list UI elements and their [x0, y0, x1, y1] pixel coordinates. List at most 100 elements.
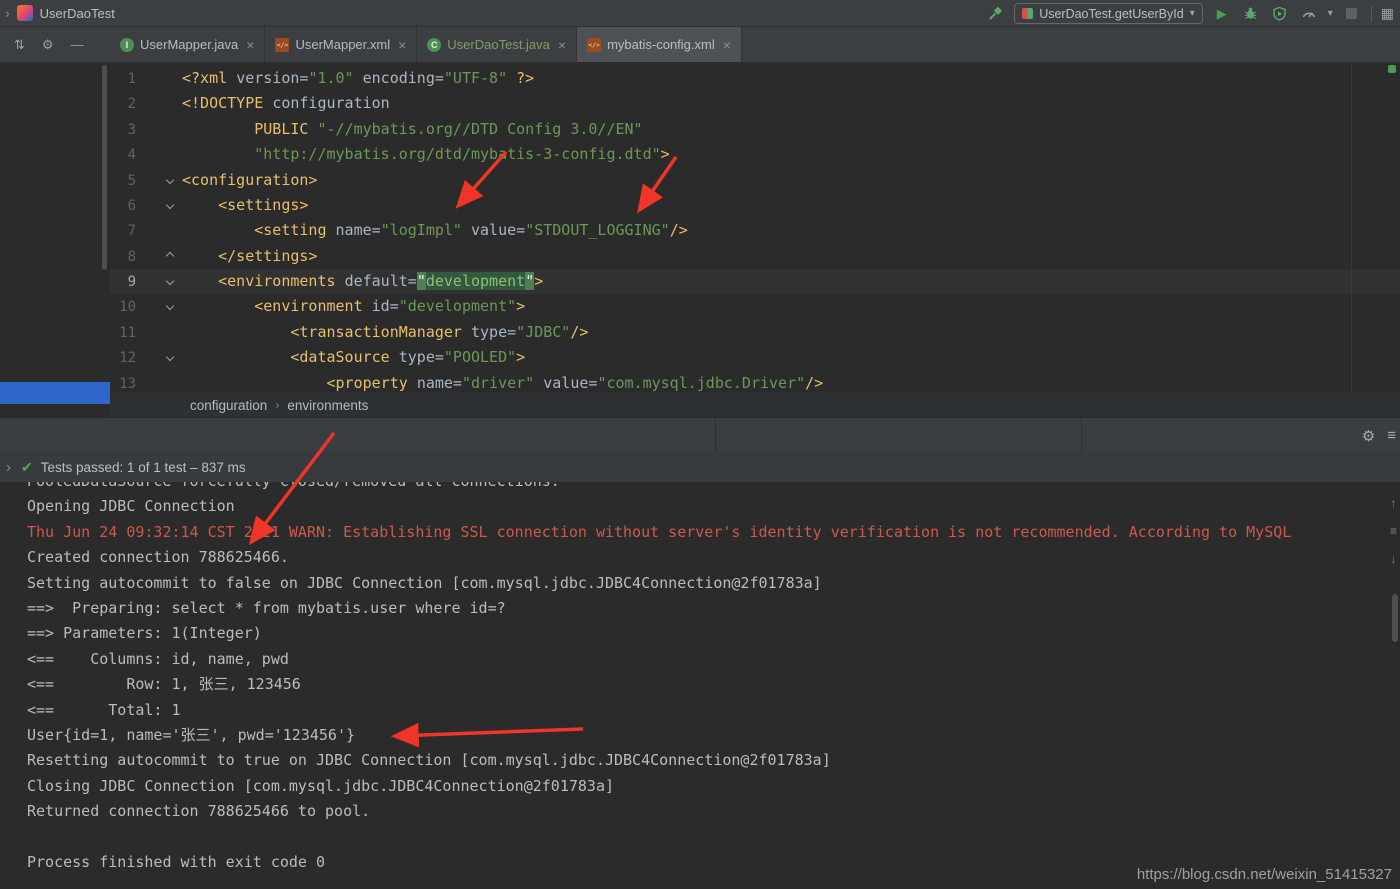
junit-config-icon: [1022, 8, 1034, 19]
console-line: Opening JDBC Connection: [27, 497, 235, 516]
tab-mybatis-config.xml[interactable]: </> mybatis-config.xml ×: [577, 27, 742, 62]
code-line-8[interactable]: 8 </settings>: [110, 244, 1400, 269]
close-icon[interactable]: ×: [723, 37, 731, 53]
tab-label: UserDaoTest.java: [447, 37, 550, 52]
breadcrumb-item-environments[interactable]: environments: [287, 398, 368, 413]
tab-label: UserMapper.xml: [295, 37, 391, 52]
console-line: <== Columns: id, name, pwd: [27, 649, 289, 668]
line-number: 3: [127, 121, 136, 138]
breadcrumb-item-configuration[interactable]: configuration: [190, 398, 267, 413]
code-text: <?xml version="1.0" encoding="UTF-8" ?>: [182, 69, 535, 87]
line-number: 8: [127, 248, 136, 265]
code-line-9[interactable]: 9 <environments default="development">: [110, 269, 1400, 295]
fold-gutter: [136, 193, 182, 218]
tab-UserMapper.xml[interactable]: </> UserMapper.xml ×: [265, 27, 418, 62]
fold-down-icon[interactable]: [165, 276, 175, 286]
chevron-right-icon[interactable]: ›: [6, 459, 11, 476]
code-line-2[interactable]: 2 <!DOCTYPE configuration: [110, 91, 1400, 116]
toolbar-divider: [715, 418, 716, 452]
layout-grid-icon[interactable]: ▦: [1381, 5, 1394, 22]
fold-gutter: [136, 168, 182, 193]
console-line: User{id=1, name='张三', pwd='123456'}: [27, 725, 356, 744]
line-number: 7: [127, 223, 136, 240]
run-configuration-label: UserDaoTest.getUserById: [1039, 6, 1184, 21]
project-panel-scrollbar[interactable]: [102, 65, 107, 270]
code-line-11[interactable]: 11 <transactionManager type="JDBC"/>: [110, 320, 1400, 345]
code-editor[interactable]: 1 <?xml version="1.0" encoding="UTF-8" ?>…: [110, 63, 1400, 393]
run-configuration-select[interactable]: UserDaoTest.getUserById ▾: [1014, 3, 1203, 24]
hide-panel-icon[interactable]: ≡: [1387, 427, 1396, 444]
sort-icon[interactable]: ⇅: [14, 37, 25, 53]
code-line-5[interactable]: 5 <configuration>: [110, 168, 1400, 193]
scroll-up-icon[interactable]: ↑: [1390, 496, 1396, 510]
console-line: Closing JDBC Connection [com.mysql.jdbc.…: [27, 776, 614, 795]
toolbar-separator: [1370, 5, 1372, 22]
code-text: <configuration>: [182, 170, 318, 189]
fold-down-icon[interactable]: [165, 302, 175, 311]
code-line-4[interactable]: 4 "http://mybatis.org/dtd/mybatis-3-conf…: [110, 142, 1400, 167]
tab-UserDaoTest.java[interactable]: C UserDaoTest.java ×: [417, 27, 578, 62]
close-icon[interactable]: ×: [398, 37, 406, 53]
chevron-down-icon[interactable]: ▾: [1328, 8, 1333, 19]
fold-up-icon[interactable]: [165, 251, 175, 260]
inspection-status-icon[interactable]: [1388, 65, 1396, 73]
fold-down-icon[interactable]: [165, 175, 175, 184]
soft-wrap-icon[interactable]: ≡: [1390, 524, 1397, 538]
gear-icon[interactable]: ⚙: [42, 37, 54, 53]
close-icon[interactable]: ×: [558, 37, 566, 53]
console-line: Created connection 788625466.: [27, 548, 289, 567]
chevron-down-icon: ▾: [1189, 8, 1195, 19]
line-number: 10: [119, 299, 136, 316]
console-scrollbar[interactable]: [1392, 594, 1398, 642]
code-text: <environment id="development">: [254, 297, 526, 316]
scroll-down-icon[interactable]: ↓: [1390, 552, 1396, 566]
run-panel-toolbar: ⚙ ≡: [0, 417, 1400, 452]
code-line-13[interactable]: 13 <property name="driver" value="com.my…: [110, 371, 1400, 394]
run-with-coverage-icon[interactable]: [1270, 4, 1290, 24]
watermark-url: https://blog.csdn.net/weixin_51415327: [1136, 866, 1392, 883]
test-status-bar: › ✔ Tests passed: 1 of 1 test – 837 ms: [0, 452, 1400, 482]
code-line-1[interactable]: 1 <?xml version="1.0" encoding="UTF-8" ?>: [110, 66, 1400, 91]
code-text: <!DOCTYPE configuration: [182, 94, 390, 113]
profiler-icon[interactable]: [1299, 4, 1319, 24]
project-selected-item[interactable]: [0, 382, 110, 404]
chevron-right-icon: ›: [5, 5, 10, 21]
code-line-10[interactable]: 10 <environment id="development">: [110, 294, 1400, 319]
gear-icon[interactable]: ⚙: [1362, 427, 1375, 445]
console-side-icons: ↑ ≡ ↓: [1390, 496, 1397, 566]
tab-label: UserMapper.java: [140, 37, 239, 52]
toolbar-divider: [1081, 418, 1082, 452]
tab-UserMapper.java[interactable]: I UserMapper.java ×: [110, 27, 266, 62]
build-hammer-icon[interactable]: [985, 4, 1005, 24]
code-text: <transactionManager type="JDBC"/>: [290, 322, 589, 341]
console-line: Thu Jun 24 09:32:14 CST 2021 WARN: Estab…: [27, 522, 1292, 541]
test-passed-check-icon: ✔: [21, 458, 33, 475]
code-line-7[interactable]: 7 <setting name="logImpl" value="STDOUT_…: [110, 218, 1400, 243]
code-text: <dataSource type="POOLED">: [290, 348, 526, 367]
code-line-6[interactable]: 6 <settings>: [110, 193, 1400, 218]
code-line-12[interactable]: 12 <dataSource type="POOLED">: [110, 345, 1400, 370]
code-text: <setting name="logImpl" value="STDOUT_LO…: [254, 221, 688, 240]
fold-down-icon[interactable]: [165, 352, 175, 362]
line-number: 11: [119, 324, 136, 341]
breadcrumb-separator: ›: [275, 398, 280, 412]
fold-down-icon[interactable]: [165, 200, 175, 210]
code-line-3[interactable]: 3 PUBLIC "-//mybatis.org//DTD Config 3.0…: [110, 117, 1400, 142]
run-console[interactable]: PooledDataSource forcefully closed/remov…: [0, 482, 1400, 889]
editor-tab-bar: ⇅ ⚙ — I UserMapper.java × </> UserMapper.xml…: [0, 27, 1400, 63]
console-line: PooledDataSource forcefully closed/remov…: [27, 482, 1400, 494]
xml-file-icon: </>: [587, 37, 602, 52]
project-title: UserDaoTest: [39, 5, 115, 21]
fold-gutter: [136, 269, 182, 294]
fold-gutter: [136, 244, 182, 269]
stop-square-icon: [1346, 8, 1358, 19]
close-icon[interactable]: ×: [246, 37, 254, 53]
code-text: <environments default="development">: [218, 272, 544, 290]
debug-bug-icon[interactable]: [1241, 4, 1261, 24]
run-button[interactable]: ▶: [1212, 4, 1232, 24]
project-panel[interactable]: [0, 63, 110, 417]
hide-panel-icon[interactable]: —: [71, 37, 84, 52]
editor-tabs: I UserMapper.java × </> UserMapper.xml × C User…: [110, 27, 742, 62]
java-class-file-icon: C: [427, 37, 442, 52]
